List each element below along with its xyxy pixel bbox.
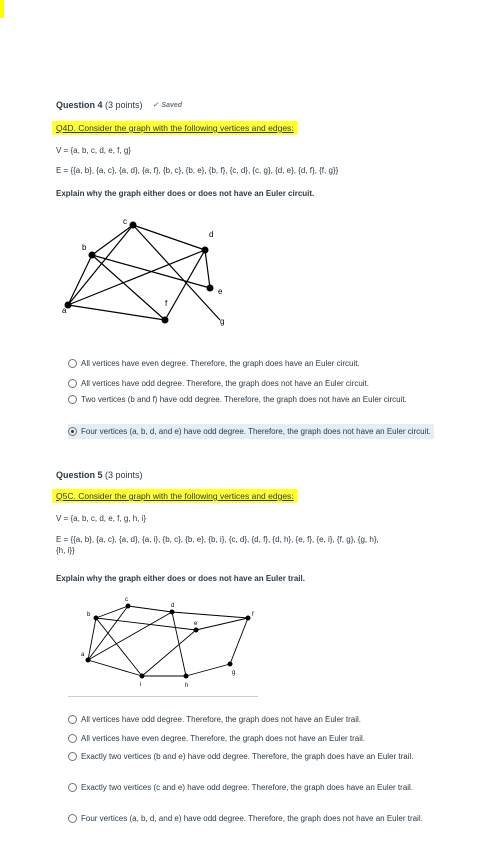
vertex-set: V = {a, b, c, d, e, f, g, h, i} [56, 514, 147, 523]
option-label: Exactly two vertices (c and e) have odd … [81, 783, 414, 792]
option-label: Four vertices (a, b, d, and e) have odd … [81, 427, 431, 436]
vertex-label-c: c [125, 597, 128, 603]
vertex-label-b: b [87, 612, 91, 618]
option-label: All vertices have odd degree. Therefore,… [81, 379, 370, 388]
question-5-header: Question 5 (3 points) [56, 470, 436, 480]
option-label: All vertices have even degree. Therefore… [81, 359, 360, 368]
radio-button[interactable] [68, 734, 77, 743]
saved-status: ✓ Saved [152, 101, 183, 110]
answer-option-1[interactable]: All vertices have odd degree. Therefore,… [68, 714, 434, 725]
question-points: (3 points) [105, 470, 143, 480]
option-label: Four vertices (a, b, d, and e) have odd … [81, 814, 423, 823]
graph-diagram-q5: a b c d e f g h i [81, 597, 254, 689]
answer-option-3[interactable]: Two vertices (b and f) have odd degree. … [68, 394, 434, 405]
question-4-prompt: Q4D. Consider the graph with the followi… [52, 118, 436, 136]
prompt-text: Q4D. Consider the graph with the followi… [56, 123, 294, 133]
answer-option-4[interactable]: Exactly two vertices (c and e) have odd … [68, 782, 434, 793]
answer-option-2[interactable]: All vertices have odd degree. Therefore,… [68, 378, 434, 389]
answer-option-4[interactable]: Four vertices (a, b, d, and e) have odd … [68, 424, 434, 439]
vertex-label-f: f [252, 612, 254, 618]
vertex-label-d: d [171, 603, 174, 609]
saved-label: Saved [161, 101, 183, 109]
edge-set-line-1: E = {{a, b}, {a, c}, {a, d}, {a, i}, {b,… [56, 535, 379, 544]
answer-option-3[interactable]: Exactly two vertices (b and e) have odd … [68, 751, 434, 762]
option-label: All vertices have even degree. Therefore… [81, 734, 366, 743]
check-icon: ✓ [152, 102, 159, 109]
question-4-header: Question 4 (3 points) ✓ Saved [56, 100, 436, 110]
vertex-label-g: g [220, 317, 224, 326]
option-label: Exactly two vertices (b and e) have odd … [81, 752, 414, 761]
radio-button[interactable] [68, 752, 77, 761]
radio-button-selected[interactable] [68, 427, 77, 436]
radio-button[interactable] [68, 715, 77, 724]
vertex-label-h: h [185, 683, 188, 689]
option-label: Two vertices (b and f) have odd degree. … [81, 395, 407, 404]
edge-set-line-2: {h, i}} [56, 546, 75, 555]
question-points: (3 points) [105, 100, 143, 110]
vertex-label-e: e [218, 287, 223, 296]
answer-option-5[interactable]: Four vertices (a, b, d, and e) have odd … [68, 813, 434, 824]
vertex-label-b: b [82, 243, 87, 252]
vertex-label-e: e [194, 621, 198, 627]
radio-button[interactable] [68, 395, 77, 404]
vertex-label-f: f [165, 299, 168, 308]
vertex-label-a: a [81, 652, 85, 658]
vertex-label-i: i [140, 682, 141, 688]
question-title: Question 5 [56, 470, 103, 480]
vertex-set: V = {a, b, c, d, e, f, g} [56, 146, 131, 155]
highlight-mark [0, 0, 4, 18]
question-title: Question 4 [56, 100, 103, 110]
radio-button[interactable] [68, 359, 77, 368]
vertex-label-a: a [62, 306, 67, 315]
radio-button[interactable] [68, 783, 77, 792]
vertex-label-d: d [209, 230, 213, 239]
edge-set: E = {{a, b}, {a, c}, {a, d}, {a, f}, {b,… [56, 166, 339, 175]
option-label: All vertices have odd degree. Therefore,… [81, 715, 362, 724]
question-5-prompt: Q5C. Consider the graph with the followi… [52, 486, 436, 504]
graph-diagram-q4: a b c d e f g [62, 217, 224, 326]
answer-option-2[interactable]: All vertices have even degree. Therefore… [68, 733, 434, 744]
question-text: Explain why the graph either does or doe… [56, 189, 315, 198]
prompt-text: Q5C. Consider the graph with the followi… [56, 491, 294, 501]
question-text: Explain why the graph either does or doe… [56, 574, 305, 583]
radio-button[interactable] [68, 814, 77, 823]
vertex-label-c: c [123, 217, 127, 226]
answer-option-1[interactable]: All vertices have even degree. Therefore… [68, 358, 434, 369]
radio-button[interactable] [68, 379, 77, 388]
divider [68, 696, 258, 697]
vertex-label-g: g [232, 670, 235, 676]
